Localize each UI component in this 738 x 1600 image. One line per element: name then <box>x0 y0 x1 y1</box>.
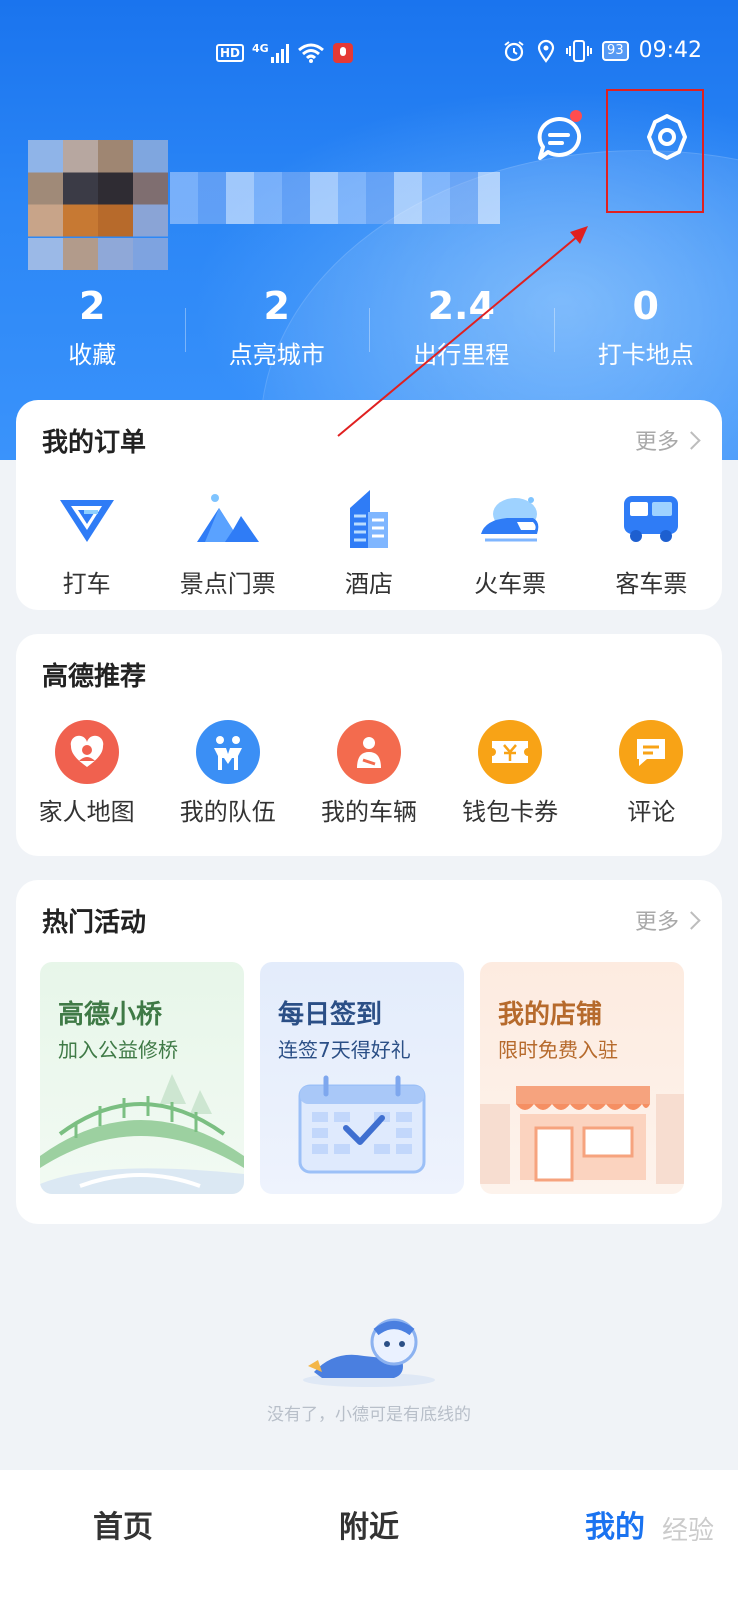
mascot-illustration <box>303 1318 435 1387</box>
activities-title: 热门活动 <box>42 908 147 938</box>
activity-subtitle: 加入公益修桥 <box>58 1038 178 1062</box>
ticket-icon <box>478 720 543 784</box>
order-item-hotel[interactable]: 酒店 <box>298 486 439 599</box>
tab-nearby[interactable]: 附近 <box>246 1470 492 1600</box>
train-icon <box>481 497 539 542</box>
order-item-label: 酒店 <box>344 570 393 598</box>
bridge-illustration <box>40 1074 244 1194</box>
comment-icon <box>619 720 684 784</box>
team-icon <box>195 720 260 784</box>
order-item-label: 火车票 <box>474 570 547 598</box>
order-item-label: 景点门票 <box>179 570 276 598</box>
vehicle-icon <box>336 720 401 784</box>
activity-title: 每日签到 <box>278 1000 383 1030</box>
annotation-arrow <box>337 226 588 437</box>
order-item-label: 客车票 <box>615 570 688 598</box>
tab-home[interactable]: 首页 <box>0 1470 246 1600</box>
chevron-right-icon <box>682 910 701 930</box>
activity-my-shop[interactable]: 我的店铺 限时免费入驻 <box>480 962 684 1194</box>
order-item-taxi[interactable]: 打车 <box>16 486 157 599</box>
shop-illustration <box>480 1086 684 1184</box>
order-item-label: 打车 <box>62 570 111 598</box>
watermark: 经验 <box>661 1516 714 1546</box>
hotel-building-icon <box>349 490 388 548</box>
bus-icon <box>624 496 679 542</box>
recommend-card: 高德推荐 家人地图 我的队伍 我的车辆 钱包卡券 评论 <box>16 634 722 856</box>
recommend-item-my-team[interactable]: 我的队伍 <box>157 720 298 827</box>
recommend-title: 高德推荐 <box>42 662 147 692</box>
recommend-item-label: 我的队伍 <box>179 798 276 826</box>
recommend-item-family-map[interactable]: 家人地图 <box>16 720 157 827</box>
recommend-item-label: 家人地图 <box>38 798 135 826</box>
activities-card: 热门活动 更多 高德小桥 加入公益修桥 每日签到 连签7天得好礼 我的店铺 限时… <box>16 880 722 1224</box>
recommend-item-label: 钱包卡券 <box>462 798 559 826</box>
activity-bridge[interactable]: 高德小桥 加入公益修桥 <box>40 962 244 1194</box>
end-of-list-text: 没有了，小德可是有底线的 <box>267 1405 471 1425</box>
recommend-item-my-vehicle[interactable]: 我的车辆 <box>298 720 439 827</box>
activity-daily-checkin[interactable]: 每日签到 连签7天得好礼 <box>260 962 464 1194</box>
recommend-item-label: 我的车辆 <box>320 798 417 826</box>
recommend-item-wallet[interactable]: 钱包卡券 <box>440 720 581 827</box>
order-item-bus[interactable]: 客车票 <box>581 486 722 599</box>
bottom-tab-bar: 首页 附近 我的 <box>0 1470 738 1600</box>
activity-subtitle: 连签7天得好礼 <box>278 1038 411 1062</box>
recommend-item-comment[interactable]: 评论 <box>581 720 722 827</box>
taxi-icon <box>59 500 114 542</box>
recommend-item-label: 评论 <box>627 798 676 826</box>
calendar-check-illustration <box>298 1075 426 1174</box>
order-item-tickets[interactable]: 景点门票 <box>157 486 298 599</box>
activity-title: 我的店铺 <box>498 1000 603 1030</box>
activity-title: 高德小桥 <box>58 1000 163 1030</box>
more-label: 更多 <box>634 910 679 935</box>
family-heart-icon <box>54 720 119 784</box>
order-item-train[interactable]: 火车票 <box>440 486 581 599</box>
activity-subtitle: 限时免费入驻 <box>498 1038 618 1062</box>
activities-more-link[interactable]: 更多 <box>634 904 701 936</box>
mountain-ticket-icon <box>196 494 259 542</box>
